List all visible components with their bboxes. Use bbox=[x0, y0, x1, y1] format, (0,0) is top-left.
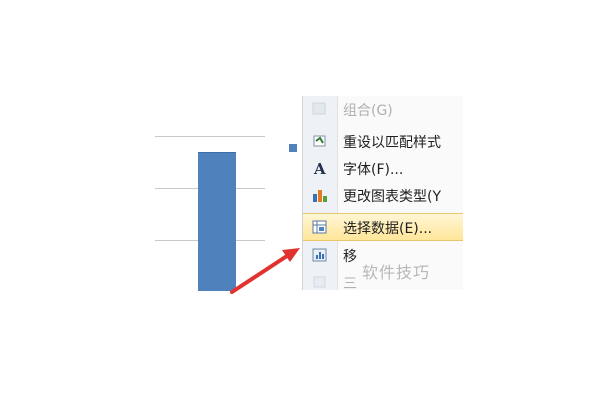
font-icon: A bbox=[311, 160, 329, 178]
3d-rotate-icon bbox=[311, 274, 329, 290]
menu-item-label: 选择数据(E)... bbox=[343, 221, 433, 237]
menu-item-label: 更改图表类型(Y bbox=[343, 189, 442, 205]
menu-item-select-data[interactable]: 选择数据(E)... bbox=[303, 213, 463, 241]
reset-style-icon bbox=[311, 133, 329, 149]
menu-item-label: 三 bbox=[343, 276, 357, 290]
menu-item-change-chart-type[interactable]: 更改图表类型(Y bbox=[303, 182, 463, 208]
group-icon bbox=[311, 101, 329, 117]
menu-item-label: 重设以匹配样式 bbox=[343, 135, 441, 151]
menu-item-label: 移 bbox=[343, 249, 357, 265]
menu-item-label: 字体(F)... bbox=[343, 162, 404, 178]
menu-item-label: 组合(G) bbox=[343, 103, 393, 119]
menu-item-group[interactable]: 组合(G) bbox=[303, 96, 463, 122]
chart-type-icon bbox=[311, 187, 329, 203]
svg-text:A: A bbox=[313, 160, 326, 176]
menu-item-font[interactable]: A 字体(F)... bbox=[303, 155, 463, 181]
watermark: 软件技巧 bbox=[362, 263, 431, 282]
move-chart-icon bbox=[311, 247, 329, 263]
red-arrow-annotation bbox=[230, 248, 300, 294]
select-data-icon bbox=[311, 219, 329, 235]
menu-item-reset-style[interactable]: 重设以匹配样式 bbox=[303, 128, 463, 154]
